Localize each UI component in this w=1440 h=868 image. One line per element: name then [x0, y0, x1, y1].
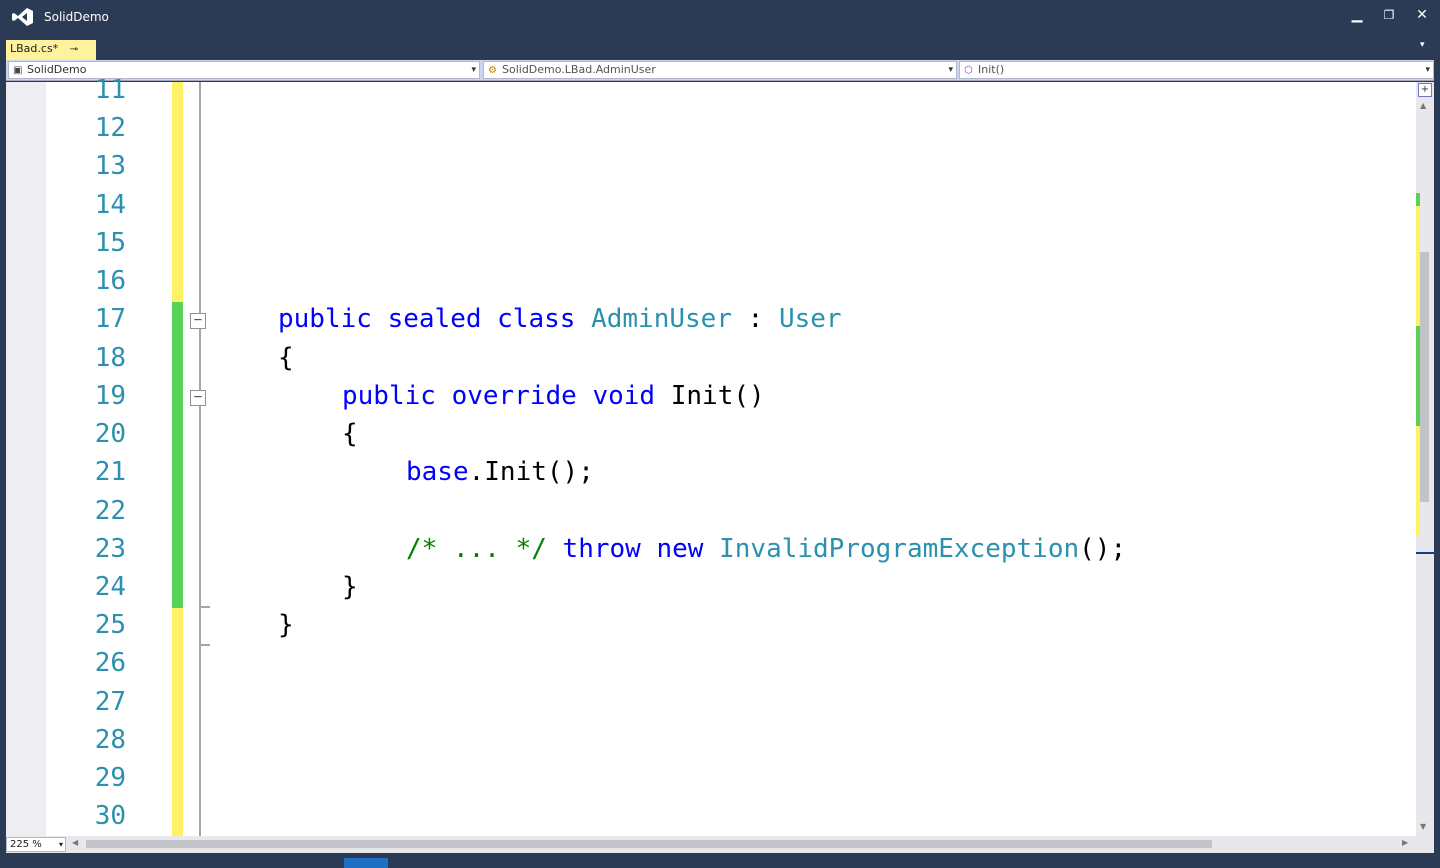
chevron-down-icon: ▾ [471, 65, 476, 75]
class-icon: ⚙ [488, 65, 497, 76]
code-line-20: { [342, 419, 358, 449]
csharp-project-icon: ▣ [13, 65, 23, 76]
window-title: SolidDemo [44, 10, 109, 24]
keyword: public [342, 381, 436, 411]
scroll-down-icon[interactable]: ▼ [1420, 822, 1426, 831]
outline-guide [199, 82, 201, 836]
left-margin [6, 82, 46, 836]
zoom-level: 225 % [10, 839, 42, 850]
punctuation: : [731, 304, 779, 334]
outline-end-mark [201, 606, 210, 608]
zoom-dropdown[interactable]: 225 % ▾ [6, 837, 66, 852]
tab-label: LBad.cs* [10, 42, 59, 55]
outline-end-mark [201, 644, 210, 646]
keyword: throw [562, 534, 641, 564]
line-number: 11 [94, 75, 126, 105]
title-bar [0, 0, 1440, 36]
code-line-23: /* ... */ throw new InvalidProgramExcept… [406, 534, 1126, 564]
scroll-left-icon[interactable]: ◀ [72, 838, 78, 847]
scroll-map-change-marker [1416, 326, 1420, 426]
collapse-class-button[interactable]: − [190, 313, 206, 329]
line-number: 15 [94, 228, 126, 258]
type-name: User [778, 304, 842, 334]
tab-overflow-icon[interactable]: ▾ [1420, 40, 1425, 50]
code-editor[interactable] [6, 82, 1416, 836]
member-dropdown[interactable]: ⬡ Init() ▾ [959, 61, 1434, 79]
horizontal-scroll-thumb[interactable] [86, 840, 1212, 848]
vertical-scroll-thumb[interactable] [1420, 252, 1429, 502]
keyword: sealed [387, 304, 482, 334]
unsaved-change-marker [172, 82, 183, 302]
code-line-19: public override void Init() [342, 381, 765, 411]
type-name: InvalidProgramException [719, 534, 1080, 564]
code-line-24: } [342, 572, 358, 602]
code-line-25: } [278, 610, 294, 640]
collapse-method-button[interactable]: − [190, 390, 206, 406]
minimize-button[interactable]: ▁ [1342, 4, 1372, 26]
close-window-button[interactable]: ✕ [1407, 4, 1437, 26]
line-number: 22 [94, 496, 126, 526]
saved-change-marker [172, 302, 183, 608]
scroll-map-caret [1416, 552, 1434, 554]
line-number: 14 [94, 190, 126, 220]
scroll-map-change-marker [1416, 426, 1420, 536]
line-number: 21 [94, 457, 126, 487]
keyword: override [451, 381, 577, 411]
line-number: 23 [94, 534, 126, 564]
line-number: 12 [94, 113, 126, 143]
line-number: 17 [94, 304, 126, 334]
restore-button[interactable]: ❐ [1374, 4, 1404, 26]
scroll-map-change-marker [1416, 206, 1420, 326]
chevron-down-icon: ▾ [58, 840, 63, 849]
member-label: Init() [978, 63, 1005, 76]
chevron-down-icon: ▾ [1425, 65, 1430, 75]
code-line-17: public sealed class AdminUser : User [278, 304, 842, 334]
status-bar [0, 853, 1440, 868]
line-number: 27 [94, 687, 126, 717]
type-label: SolidDemo.LBad.AdminUser [502, 63, 656, 76]
chevron-down-icon: ▾ [948, 65, 953, 75]
line-number: 20 [94, 419, 126, 449]
vs-logo-icon [12, 7, 34, 27]
keyword: class [497, 304, 576, 334]
type-dropdown[interactable]: ⚙ SolidDemo.LBad.AdminUser ▾ [483, 61, 957, 79]
pin-icon[interactable]: ⊸ [70, 41, 78, 59]
line-number: 28 [94, 725, 126, 755]
line-number: 18 [94, 343, 126, 373]
keyword: base [406, 457, 469, 487]
punctuation: (); [1079, 534, 1127, 564]
method-call: .Init(); [468, 457, 594, 487]
tab-strip [0, 36, 1440, 60]
unsaved-change-marker [172, 608, 183, 836]
method-signature: Init() [670, 381, 765, 411]
line-number: 24 [94, 572, 126, 602]
type-name: AdminUser [591, 304, 732, 334]
line-number: 13 [94, 151, 126, 181]
line-number: 19 [94, 381, 126, 411]
scroll-up-icon[interactable]: ▲ [1420, 101, 1426, 110]
line-number: 26 [94, 648, 126, 678]
code-line-18: { [278, 343, 294, 373]
split-window-icon[interactable]: + [1418, 83, 1432, 97]
line-number: 29 [94, 763, 126, 793]
comment: /* ... */ [406, 534, 547, 564]
scroll-map-change-marker [1416, 193, 1420, 206]
keyword: public [278, 304, 372, 334]
status-indicator [344, 858, 388, 868]
line-number: 16 [94, 266, 126, 296]
line-number: 25 [94, 610, 126, 640]
line-number: 30 [94, 801, 126, 831]
method-icon: ⬡ [964, 65, 973, 76]
code-line-21: base.Init(); [406, 457, 594, 487]
keyword: new [656, 534, 704, 564]
tab-lbad-cs[interactable]: LBad.cs* ⊸ ✕ [6, 40, 96, 74]
keyword: void [592, 381, 656, 411]
scroll-right-icon[interactable]: ▶ [1402, 838, 1408, 847]
